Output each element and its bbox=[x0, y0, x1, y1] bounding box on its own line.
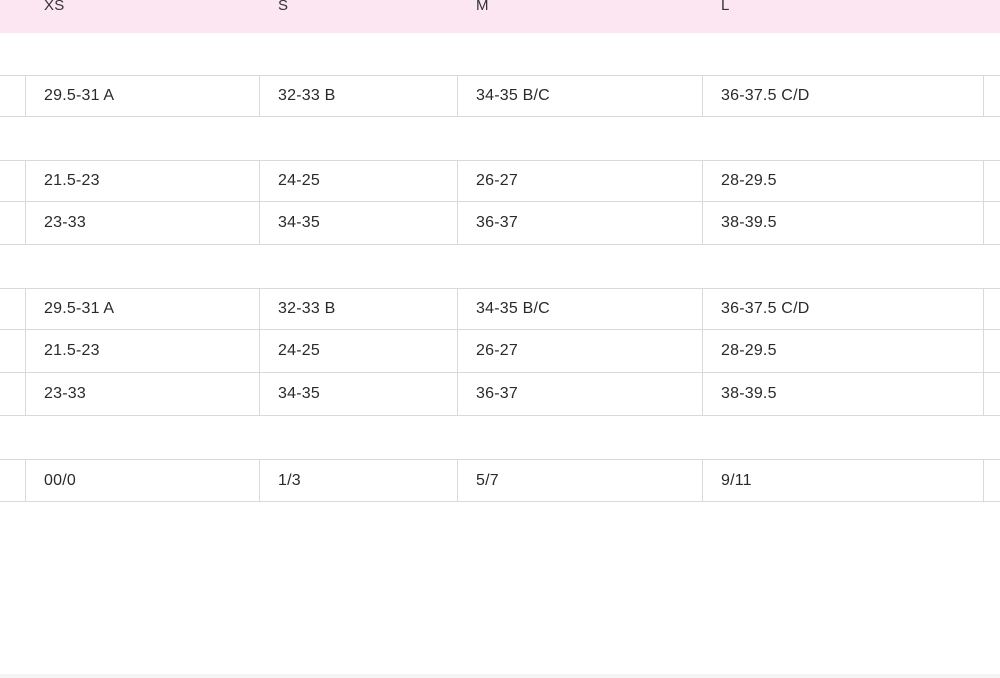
cell-l: 36-37.5 C/D bbox=[721, 300, 810, 317]
table-row: 29.5-31 A 32-33 B 34-35 B/C 36-37.5 C/D bbox=[0, 288, 1000, 330]
column-divider bbox=[702, 330, 703, 372]
table-row: 23-33 34-35 36-37 38-39.5 bbox=[0, 373, 1000, 416]
column-divider bbox=[457, 289, 458, 329]
header-xs: XS bbox=[44, 0, 65, 14]
column-divider bbox=[702, 373, 703, 415]
cell-m: 36-37 bbox=[476, 385, 518, 402]
cell-l: 38-39.5 bbox=[721, 214, 777, 231]
column-divider bbox=[702, 202, 703, 244]
column-divider bbox=[702, 289, 703, 329]
column-divider bbox=[457, 76, 458, 116]
bottom-edge-shadow bbox=[0, 674, 1000, 678]
column-divider bbox=[25, 330, 26, 372]
cell-xs: 29.5-31 A bbox=[44, 300, 115, 317]
cell-m: 34-35 B/C bbox=[476, 87, 550, 104]
column-divider bbox=[25, 460, 26, 501]
column-divider bbox=[457, 202, 458, 244]
cell-xs: 23-33 bbox=[44, 385, 86, 402]
cell-s: 24-25 bbox=[278, 342, 320, 359]
column-divider bbox=[259, 161, 260, 201]
column-divider bbox=[259, 289, 260, 329]
column-divider bbox=[702, 76, 703, 116]
cell-l: 9/11 bbox=[721, 471, 752, 489]
cell-xs: 29.5-31 A bbox=[44, 87, 115, 104]
column-divider bbox=[259, 76, 260, 116]
column-divider bbox=[983, 76, 984, 116]
header-m: M bbox=[476, 0, 489, 14]
cell-xs: 23-33 bbox=[44, 214, 86, 231]
column-divider bbox=[457, 161, 458, 201]
table-row: 29.5-31 A 32-33 B 34-35 B/C 36-37.5 C/D bbox=[0, 75, 1000, 117]
table-row: 21.5-23 24-25 26-27 28-29.5 bbox=[0, 160, 1000, 202]
column-divider bbox=[457, 330, 458, 372]
column-divider bbox=[25, 76, 26, 116]
cell-l: 38-39.5 bbox=[721, 385, 777, 402]
cell-s: 32-33 B bbox=[278, 300, 336, 317]
column-divider bbox=[259, 460, 260, 501]
column-divider bbox=[702, 161, 703, 201]
column-divider bbox=[259, 330, 260, 372]
cell-m: 26-27 bbox=[476, 342, 518, 359]
column-divider bbox=[259, 202, 260, 244]
column-divider bbox=[983, 373, 984, 415]
cell-m: 34-35 B/C bbox=[476, 300, 550, 317]
column-divider bbox=[983, 289, 984, 329]
cell-m: 36-37 bbox=[476, 214, 518, 231]
cell-m: 26-27 bbox=[476, 172, 518, 189]
column-divider bbox=[259, 373, 260, 415]
cell-s: 34-35 bbox=[278, 385, 320, 402]
cell-s: 32-33 B bbox=[278, 87, 336, 104]
column-divider bbox=[983, 460, 984, 501]
header-l: L bbox=[721, 0, 730, 14]
column-divider bbox=[25, 161, 26, 201]
cell-l: 36-37.5 C/D bbox=[721, 87, 810, 104]
column-divider bbox=[457, 460, 458, 501]
cell-s: 34-35 bbox=[278, 214, 320, 231]
column-divider bbox=[702, 460, 703, 501]
cell-xs: 00/0 bbox=[44, 471, 76, 489]
header-s: S bbox=[278, 0, 289, 14]
column-divider bbox=[983, 161, 984, 201]
column-divider bbox=[457, 373, 458, 415]
cell-l: 28-29.5 bbox=[721, 342, 777, 359]
size-header-bar: XS S M L bbox=[0, 0, 1000, 33]
column-divider bbox=[25, 373, 26, 415]
cell-xs: 21.5-23 bbox=[44, 172, 100, 189]
column-divider bbox=[25, 202, 26, 244]
column-divider bbox=[983, 202, 984, 244]
column-divider bbox=[983, 330, 984, 372]
cell-l: 28-29.5 bbox=[721, 172, 777, 189]
cell-s: 24-25 bbox=[278, 172, 320, 189]
column-divider bbox=[25, 289, 26, 329]
cell-xs: 21.5-23 bbox=[44, 342, 100, 359]
table-row: 23-33 34-35 36-37 38-39.5 bbox=[0, 202, 1000, 245]
cell-s: 1/3 bbox=[278, 471, 301, 489]
table-row: 21.5-23 24-25 26-27 28-29.5 bbox=[0, 330, 1000, 373]
table-row: 00/0 1/3 5/7 9/11 bbox=[0, 459, 1000, 502]
cell-m: 5/7 bbox=[476, 471, 499, 489]
